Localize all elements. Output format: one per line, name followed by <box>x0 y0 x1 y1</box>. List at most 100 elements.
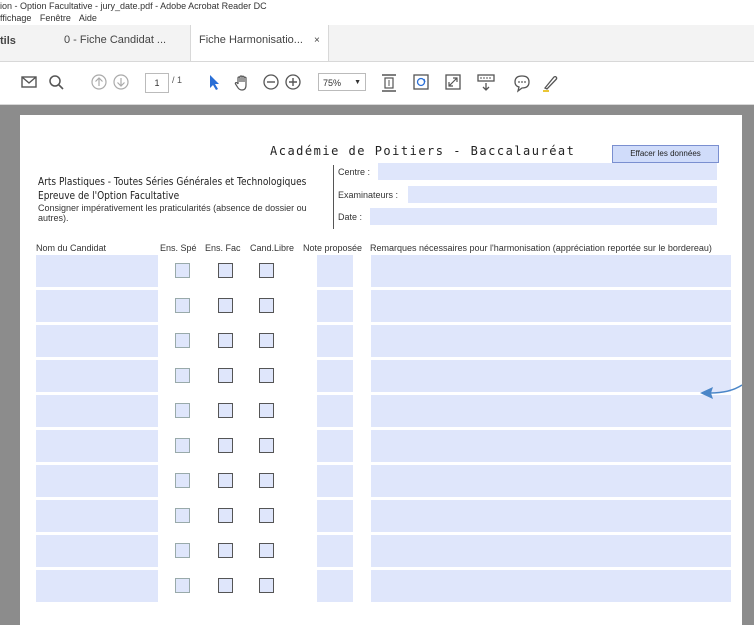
tab-fiche-harmonisation[interactable]: Fiche Harmonisatio... × <box>190 25 329 61</box>
ens-spe-checkbox[interactable] <box>175 298 190 313</box>
zoom-select[interactable]: 75% ▼ <box>318 73 366 91</box>
candidate-name-field[interactable] <box>36 465 158 497</box>
remarques-field[interactable] <box>371 430 731 462</box>
examinateurs-field[interactable] <box>408 186 717 203</box>
note-field[interactable] <box>317 430 353 462</box>
column-cand-libre: Cand.Libre <box>250 243 295 253</box>
note-field[interactable] <box>317 465 353 497</box>
scroll-icon[interactable] <box>476 73 496 93</box>
remarques-field[interactable] <box>371 255 731 287</box>
candidate-name-field[interactable] <box>36 325 158 357</box>
zoom-in-icon[interactable] <box>284 73 302 93</box>
ens-fac-checkbox[interactable] <box>218 578 233 593</box>
toolbar: 1 / 1 75% ▼ <box>0 62 754 105</box>
candidate-name-field[interactable] <box>36 360 158 392</box>
cand-libre-checkbox[interactable] <box>259 263 274 278</box>
ens-spe-checkbox[interactable] <box>175 438 190 453</box>
note-field[interactable] <box>317 360 353 392</box>
clear-data-button[interactable]: Effacer les données <box>612 145 719 163</box>
candidate-name-field[interactable] <box>36 500 158 532</box>
candidate-name-field[interactable] <box>36 255 158 287</box>
column-nom: Nom du Candidat <box>36 243 107 253</box>
note-field[interactable] <box>317 255 353 287</box>
remarques-field[interactable] <box>371 360 731 392</box>
prev-page-icon[interactable] <box>90 73 108 93</box>
document-viewer[interactable]: Académie de Poitiers - Baccalauréat Effa… <box>0 105 754 625</box>
ens-fac-checkbox[interactable] <box>218 333 233 348</box>
tab-label: Fiche Harmonisatio... <box>199 34 303 46</box>
cand-libre-checkbox[interactable] <box>259 578 274 593</box>
ens-fac-checkbox[interactable] <box>218 543 233 558</box>
fullscreen-icon[interactable] <box>444 73 462 93</box>
examinateurs-label: Examinateurs : <box>338 190 399 200</box>
note-field[interactable] <box>317 290 353 322</box>
page-number-input[interactable]: 1 <box>145 73 169 93</box>
candidate-name-field[interactable] <box>36 430 158 462</box>
centre-field[interactable] <box>378 163 717 180</box>
cand-libre-checkbox[interactable] <box>259 508 274 523</box>
centre-label: Centre : <box>338 167 371 177</box>
date-label: Date : <box>338 212 363 222</box>
ens-spe-checkbox[interactable] <box>175 333 190 348</box>
remarques-field[interactable] <box>371 465 731 497</box>
select-arrow-icon[interactable] <box>206 73 222 93</box>
ens-spe-checkbox[interactable] <box>175 263 190 278</box>
candidate-name-field[interactable] <box>36 535 158 567</box>
cand-libre-checkbox[interactable] <box>259 543 274 558</box>
remarques-field[interactable] <box>371 570 731 602</box>
ens-fac-checkbox[interactable] <box>218 403 233 418</box>
ens-fac-checkbox[interactable] <box>218 508 233 523</box>
cand-libre-checkbox[interactable] <box>259 473 274 488</box>
rotate-icon[interactable] <box>412 73 430 93</box>
candidate-name-field[interactable] <box>36 290 158 322</box>
fit-page-icon[interactable] <box>380 73 398 93</box>
note-field[interactable] <box>317 570 353 602</box>
page-title: Académie de Poitiers - Baccalauréat <box>270 144 576 158</box>
hand-icon[interactable] <box>232 73 252 93</box>
ens-spe-checkbox[interactable] <box>175 508 190 523</box>
cand-libre-checkbox[interactable] <box>259 368 274 383</box>
column-ens-fac: Ens. Fac <box>205 243 241 253</box>
ens-fac-checkbox[interactable] <box>218 368 233 383</box>
cand-libre-checkbox[interactable] <box>259 403 274 418</box>
comment-icon[interactable] <box>512 73 532 93</box>
ens-spe-checkbox[interactable] <box>175 368 190 383</box>
ens-fac-checkbox[interactable] <box>218 473 233 488</box>
remarques-field[interactable] <box>371 535 731 567</box>
tab-tools[interactable]: tils <box>0 35 16 47</box>
ens-fac-checkbox[interactable] <box>218 263 233 278</box>
zoom-out-icon[interactable] <box>262 73 280 93</box>
highlight-pen-icon[interactable] <box>540 73 560 93</box>
subtitle-series: Arts Plastiques - Toutes Séries Générale… <box>38 175 307 188</box>
date-field[interactable] <box>370 208 717 225</box>
note-field[interactable] <box>317 395 353 427</box>
ens-spe-checkbox[interactable] <box>175 543 190 558</box>
remarques-field[interactable] <box>371 325 731 357</box>
cand-libre-checkbox[interactable] <box>259 333 274 348</box>
tab-fiche-candidat[interactable]: 0 - Fiche Candidat ... <box>56 25 174 61</box>
remarques-field[interactable] <box>371 290 731 322</box>
search-icon[interactable] <box>47 73 65 93</box>
next-page-icon[interactable] <box>112 73 130 93</box>
close-tab-icon[interactable]: × <box>314 35 320 46</box>
ens-spe-checkbox[interactable] <box>175 403 190 418</box>
ens-fac-checkbox[interactable] <box>218 298 233 313</box>
menu-aide[interactable]: Aide <box>79 13 97 23</box>
note-field[interactable] <box>317 500 353 532</box>
mail-icon[interactable] <box>20 73 38 93</box>
note-field[interactable] <box>317 535 353 567</box>
ens-fac-checkbox[interactable] <box>218 438 233 453</box>
remarques-field[interactable] <box>371 395 731 427</box>
zoom-value: 75% <box>323 78 342 88</box>
candidate-name-field[interactable] <box>36 395 158 427</box>
subtitle-epreuve: Epreuve de l'Option Facultative <box>38 189 180 202</box>
menu-fenetre[interactable]: Fenêtre <box>40 13 71 23</box>
candidate-name-field[interactable] <box>36 570 158 602</box>
cand-libre-checkbox[interactable] <box>259 438 274 453</box>
remarques-field[interactable] <box>371 500 731 532</box>
ens-spe-checkbox[interactable] <box>175 578 190 593</box>
note-field[interactable] <box>317 325 353 357</box>
ens-spe-checkbox[interactable] <box>175 473 190 488</box>
menu-affichage[interactable]: ffichage <box>0 13 31 23</box>
cand-libre-checkbox[interactable] <box>259 298 274 313</box>
